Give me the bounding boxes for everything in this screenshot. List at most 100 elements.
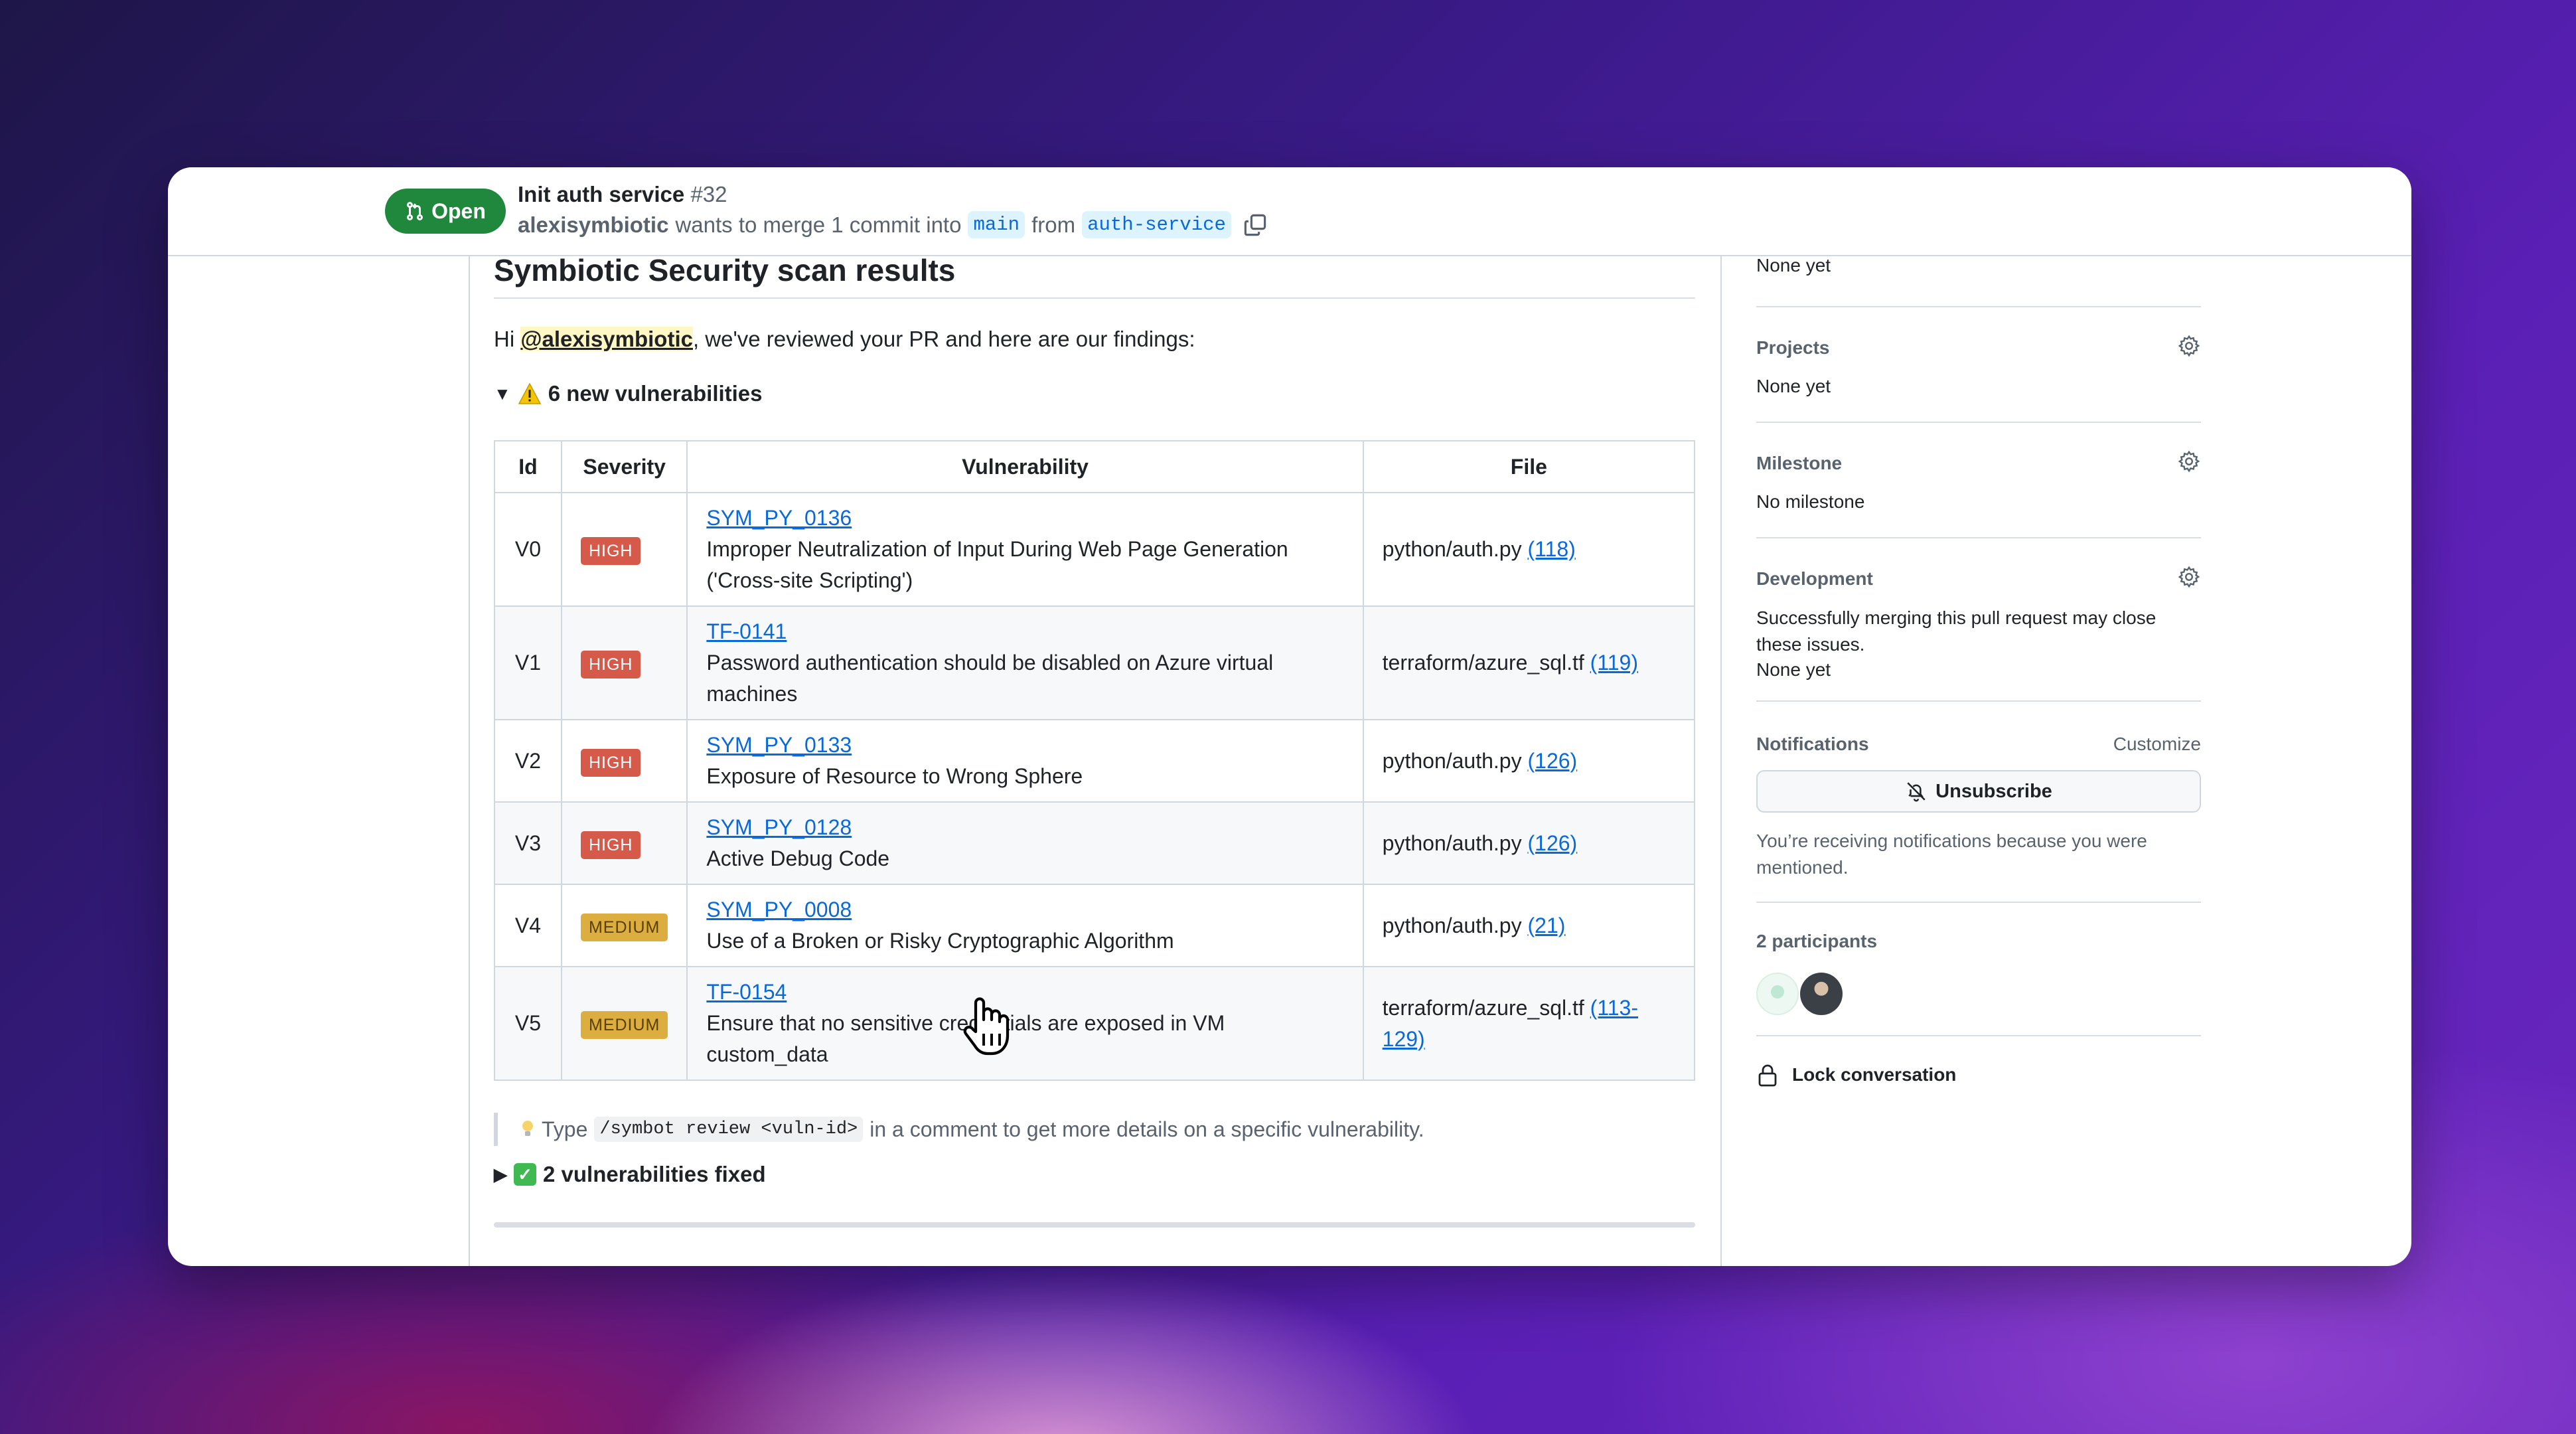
unsubscribe-label: Unsubscribe [1935,780,2052,802]
file-lines-link[interactable]: (126) [1527,749,1577,773]
table-row: V4 MEDIUM SYM_PY_0008 Use of a Broken or … [494,884,1696,967]
gear-icon[interactable] [2177,565,2201,589]
file-path: python/auth.py [1382,748,1522,773]
merge-text: wants to merge 1 commit into [675,212,962,237]
new-vulns-summary: 6 new vulnerabilities [548,381,763,406]
pr-window: Open Init auth service #32 alexisymbioti… [168,167,2411,1266]
development-label[interactable]: Development [1756,568,1873,590]
file-cell: python/auth.py (118) [1362,492,1696,607]
expanded-triangle-icon: ▼ [494,383,511,404]
warning-icon [518,382,541,404]
greeting: Hi @alexisymbiotic, we've reviewed your … [494,327,1195,352]
divider [494,1222,1695,1228]
header-file: File [1362,440,1696,493]
vulnerability-cell: TF-0154 Ensure that no sensitive credenti… [686,966,1364,1081]
unsubscribe-button[interactable]: Unsubscribe [1756,770,2201,813]
greeting-pre: Hi [494,327,521,351]
severity-cell: MEDIUM [560,884,688,967]
pr-title-row: Init auth service #32 [518,182,727,207]
sidebar-section-notifications: Notifications Customize Unsubscribe You’… [1756,702,2201,903]
user-mention[interactable]: @alexisymbiotic [520,327,693,351]
file-lines-link[interactable]: (119) [1590,651,1638,675]
row-id: V5 [494,966,562,1081]
severity-cell: HIGH [560,605,688,720]
lock-conversation-link[interactable]: Lock conversation [1756,1063,1956,1087]
severity-badge: HIGH [580,831,641,859]
avatar[interactable] [1800,973,1843,1015]
file-lines-link[interactable]: (118) [1527,537,1575,561]
severity-badge: MEDIUM [580,1011,668,1039]
hand-cursor-icon [963,997,1010,1056]
file-cell: python/auth.py (126) [1362,719,1696,803]
severity-cell: HIGH [560,719,688,803]
sidebar-section-milestone: Milestone No milestone [1756,423,2201,538]
vuln-description: Active Debug Code [706,846,890,870]
file-cell: terraform/azure_sql.tf (119) [1362,605,1696,720]
fixed-vulns-toggle[interactable]: ▶ ✓ 2 vulnerabilities fixed [494,1162,766,1187]
top-section-value: None yet [1756,255,1831,276]
table-row: V2 HIGH SYM_PY_0133 Exposure of Resource … [494,719,1696,803]
projects-label[interactable]: Projects [1756,337,1830,358]
lock-label: Lock conversation [1792,1064,1957,1085]
vuln-description: Use of a Broken or Risky Cryptographic A… [706,929,1174,953]
base-branch[interactable]: main [968,211,1025,238]
file-path: terraform/azure_sql.tf [1382,995,1584,1020]
vulnerability-cell: SYM_PY_0008 Use of a Broken or Risky Cryp… [686,884,1364,967]
comment-body: Symbiotic Security scan results Hi @alex… [469,253,1722,1266]
pr-author-link[interactable]: alexisymbiotic [518,212,668,238]
row-id: V2 [494,719,562,803]
vuln-id-link[interactable]: SYM_PY_0008 [706,898,852,921]
state-label: Open [431,199,486,223]
customize-link[interactable]: Customize [2113,734,2201,755]
gear-icon[interactable] [2177,449,2201,473]
table-row: V3 HIGH SYM_PY_0128 Active Debug Code pyt… [494,801,1696,885]
gear-icon[interactable] [2177,334,2201,358]
tip-pre: Type [542,1117,588,1141]
file-path: terraform/azure_sql.tf [1382,651,1584,675]
row-id: V1 [494,605,562,720]
vuln-id-link[interactable]: TF-0154 [706,980,787,1004]
severity-badge: HIGH [580,537,641,565]
file-path: python/auth.py [1382,913,1522,937]
vulnerabilities-table: Id Severity Vulnerability File V0 HIGH S… [494,440,1696,1081]
vulnerability-cell: SYM_PY_0128 Active Debug Code [686,801,1364,885]
vuln-description: Password authentication should be disabl… [706,651,1274,706]
vuln-id-link[interactable]: SYM_PY_0133 [706,733,852,757]
notifications-label: Notifications [1756,734,1869,754]
vuln-id-link[interactable]: SYM_PY_0136 [706,506,852,530]
pr-number: #32 [690,182,727,206]
head-branch[interactable]: auth-service [1082,211,1231,238]
severity-cell: MEDIUM [560,966,688,1081]
from-text: from [1031,212,1076,237]
projects-value: None yet [1756,376,1831,396]
vuln-description: Improper Neutralization of Input During … [706,537,1288,592]
pr-title[interactable]: Init auth service [518,182,684,206]
greeting-post: , we've reviewed your PR and here are ou… [692,327,1195,351]
sidebar-section-top: None yet [1756,255,2201,307]
copy-icon[interactable] [1243,213,1267,237]
severity-badge: HIGH [580,651,641,678]
sidebar-section-participants: 2 participants [1756,903,2201,1036]
fixed-summary: 2 vulnerabilities fixed [543,1162,766,1186]
state-badge-open: Open [385,189,506,234]
avatar[interactable] [1756,973,1799,1015]
scan-results-heading: Symbiotic Security scan results [494,252,1695,299]
row-id: V0 [494,492,562,607]
file-cell: python/auth.py (21) [1362,884,1696,967]
file-lines-link[interactable]: (21) [1527,914,1565,937]
vuln-id-link[interactable]: TF-0141 [706,619,787,643]
file-cell: terraform/azure_sql.tf (113-129) [1362,966,1696,1081]
vulnerability-cell: TF-0141 Password authentication should be… [686,605,1364,720]
tip-post: in a comment to get more details on a sp… [870,1117,1424,1141]
milestone-label[interactable]: Milestone [1756,453,1842,474]
milestone-value: No milestone [1756,491,1865,512]
vuln-id-link[interactable]: SYM_PY_0128 [706,815,852,839]
file-lines-link[interactable]: (126) [1527,831,1577,855]
new-vulns-toggle[interactable]: ▼ 6 new vulnerabilities [494,381,763,406]
row-id: V4 [494,884,562,967]
notification-reason: You’re receiving notifications because y… [1756,831,2147,878]
header-id: Id [494,440,562,493]
tip-blockquote: Type /symbot review <vuln-id> in a comme… [494,1113,1424,1146]
file-path: python/auth.py [1382,537,1522,561]
vulnerability-cell: SYM_PY_0136 Improper Neutralization of In… [686,492,1364,607]
